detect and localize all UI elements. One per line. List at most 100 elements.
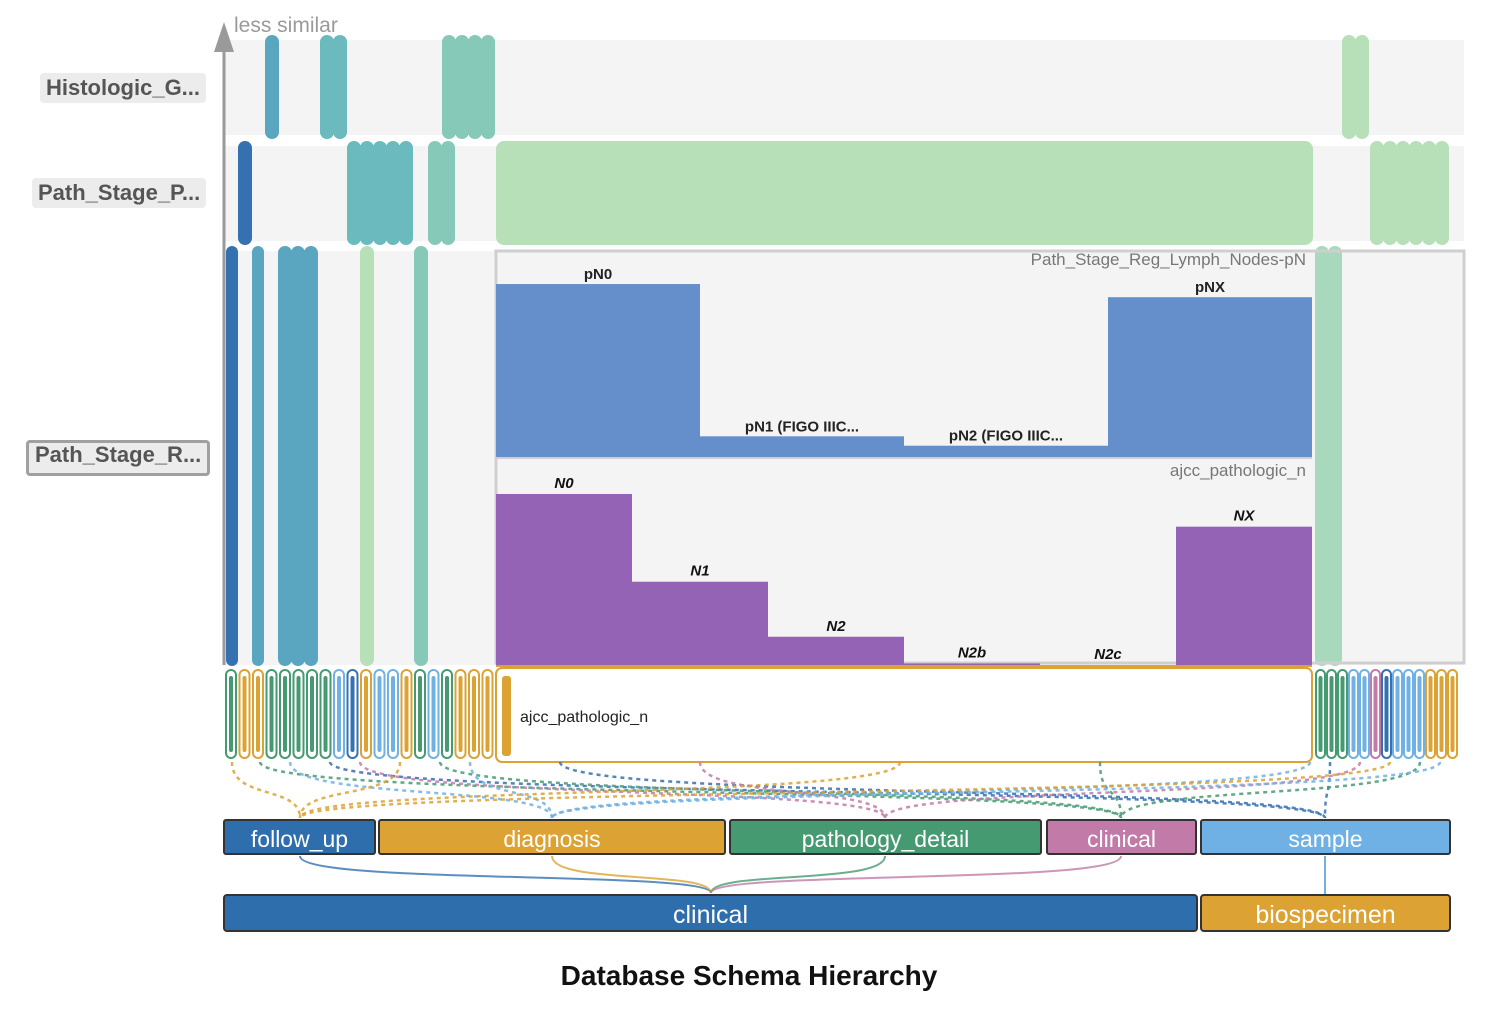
field-table-link [1098,761,1123,819]
value-column [252,246,264,666]
bar-label-2: pN2 (FIGO IIIC... [949,428,1063,445]
field-column-fill [404,676,409,752]
database-clinical[interactable]: clinical [223,894,1198,932]
panel2-title: ajcc_pathologic_n [1170,461,1306,480]
table-sample[interactable]: sample [1200,819,1451,855]
value-column [304,246,318,666]
value-column [441,141,455,245]
bar-label-n-4: N2c [1094,646,1122,663]
value-column [1342,35,1356,139]
field-column-fill [458,676,463,752]
value-column [386,141,400,245]
row-band-histologic [224,40,1464,135]
bar-pNX [1108,297,1312,457]
row-label-path-stage-r[interactable]: Path_Stage_R... [26,440,211,476]
field-column-fill [1417,676,1422,752]
table-clinical[interactable]: clinical [1046,819,1197,855]
database-biospecimen[interactable]: biospecimen [1200,894,1451,932]
panel1-title: Path_Stage_Reg_Lymph_Nodes-pN [1031,250,1306,269]
value-column [360,141,374,245]
field-column-fill [256,676,260,752]
value-column [399,141,413,245]
bar-label-n-3: N2b [958,644,986,661]
bar-N0 [496,494,632,666]
bar-label-n-2: N2 [826,618,846,635]
table-database-link [710,855,1122,894]
bar-label-0: pN0 [584,266,612,283]
bar-label-n-0: N0 [554,475,574,492]
table-diagnosis[interactable]: diagnosis [378,819,726,855]
schema-hierarchy-chart: Path_Stage_Reg_Lymph_Nodes-pN pN0 pN1 (FIG… [0,0,1498,1014]
row-label-histologic[interactable]: Histologic_G... [40,73,207,103]
bar-pN2 (FIGO IIIC... [904,445,1108,457]
value-column [442,35,456,139]
field-column-fill [269,676,274,752]
field-table-link [468,761,554,819]
value-column [226,246,238,666]
value-column [481,35,495,139]
field-column-fill [1428,676,1433,752]
field-column-fill [1318,676,1323,752]
value-column [1370,141,1384,245]
value-column [1355,35,1369,139]
field-column-fill [337,676,341,752]
selected-field-marker [502,676,511,756]
bar-N1 [632,581,768,666]
field-column-fill [229,676,233,752]
value-column [360,246,374,666]
field-column-fill [364,676,368,752]
value-column [455,35,469,139]
value-column-wide [496,141,1313,245]
field-column-fill [377,676,382,752]
value-column [238,141,252,245]
bar-pN1 (FIGO IIIC... [700,436,904,457]
field-column-fill [1362,676,1367,752]
value-column [1328,246,1342,666]
table-pathology-detail[interactable]: pathology_detail [729,819,1042,855]
value-column [291,246,305,666]
value-column [1383,141,1397,245]
value-column [373,141,387,245]
field-column-fill [418,676,422,752]
table-follow-up[interactable]: follow_up [223,819,376,855]
value-column [1409,141,1423,245]
value-column [1396,141,1410,245]
field-column-fill [283,676,287,752]
field-column-fill [323,676,328,752]
field-column-fill [310,676,314,752]
value-column [278,246,292,666]
value-column [333,35,347,139]
field-column-fill [1439,676,1444,752]
field-column-fill [1450,676,1455,752]
selected-field-label: ajcc_pathologic_n [520,709,648,726]
bar-label-n-5: NX [1234,508,1256,525]
field-column-fill [242,676,247,752]
field-column-fill [350,676,355,752]
field-column-fill [1395,676,1400,752]
bar-pN0 [496,284,700,457]
value-column [1422,141,1436,245]
field-column-fill [1340,676,1345,752]
field-table-link [328,760,1327,820]
value-column [320,35,334,139]
field-column-fill [1351,676,1356,752]
y-axis-arrow [214,22,234,52]
table-database-link [710,855,886,894]
field-table-link [550,761,1312,820]
value-column [428,141,442,245]
field-column-fill [472,676,476,752]
field-column-fill [445,676,449,752]
axis-note: less similar [234,14,338,37]
bar-N2 [768,636,904,666]
field-column-fill [485,676,490,752]
field-column-fill [296,676,301,752]
field-column-fill [1406,676,1411,752]
row-label-path-stage-p[interactable]: Path_Stage_P... [32,178,207,208]
bar-label-n-1: N1 [690,563,709,580]
chart-canvas: Path_Stage_Reg_Lymph_Nodes-pN pN0 pN1 (FIG… [214,22,1466,894]
field-table-link [230,761,302,819]
bar-NX [1176,526,1312,666]
value-column [265,35,279,139]
table-database-link [551,855,712,894]
bar-label-3: pNX [1195,279,1225,296]
